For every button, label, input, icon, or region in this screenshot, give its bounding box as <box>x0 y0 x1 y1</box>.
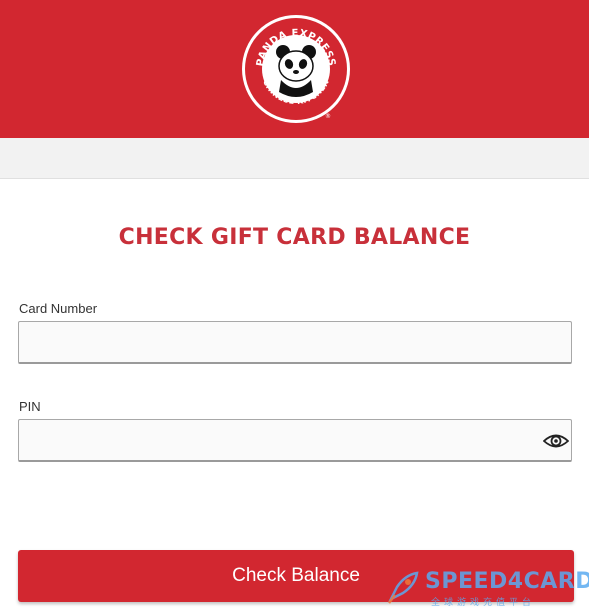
rocket-icon <box>388 571 419 604</box>
card-number-field[interactable] <box>18 321 572 364</box>
speed4card-watermark: SPEED4CARD 全球游戏充值平台 <box>383 567 589 609</box>
page-title: CHECK GIFT CARD BALANCE <box>118 225 471 250</box>
eye-icon[interactable] <box>543 431 569 451</box>
panda-express-logo: PANDA EXPRESS CHINESE KITCHEN ® <box>242 15 350 123</box>
watermark-subtext: 全球游戏充值平台 <box>431 597 536 607</box>
pin-label: PIN <box>19 399 41 414</box>
header-banner: PANDA EXPRESS CHINESE KITCHEN ® <box>0 0 589 138</box>
nav-band <box>0 138 589 179</box>
pin-field[interactable] <box>18 419 572 462</box>
watermark-text: SPEED4CARD <box>425 569 589 594</box>
svg-text:®: ® <box>325 113 331 120</box>
card-number-label: Card Number <box>19 301 98 316</box>
